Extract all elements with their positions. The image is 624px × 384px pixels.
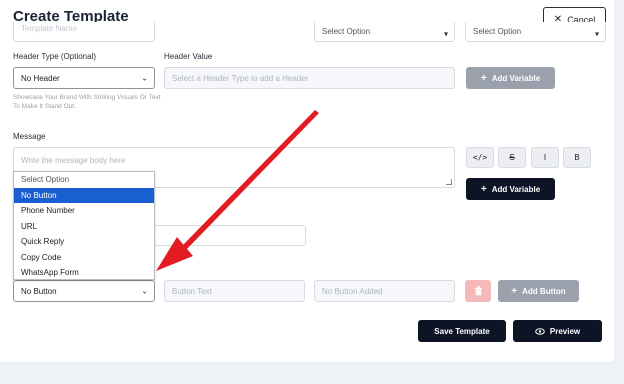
bold-icon: B	[574, 153, 580, 162]
no-button-added-text: No Button Added	[322, 286, 383, 296]
chevron-down-icon: ▾	[594, 29, 599, 39]
button-type-value: No Button	[21, 286, 57, 296]
add-button-button[interactable]: + Add Button	[498, 280, 579, 302]
dropdown-option-phone-number[interactable]: Phone Number	[14, 203, 154, 219]
header-value-input[interactable]: Select a Header Type to add a Header	[164, 67, 455, 89]
header-type-label: Header Type (Optional)	[13, 52, 97, 61]
code-icon: </>	[472, 153, 488, 162]
header-type-select[interactable]: No Header ⌄	[13, 67, 155, 89]
bold-format-button[interactable]: B	[563, 147, 591, 168]
button-value-input[interactable]: No Button Added	[314, 280, 455, 302]
dropdown-option-url[interactable]: URL	[14, 219, 154, 235]
strikethrough-format-button[interactable]: S	[498, 147, 526, 168]
header-hint-line-1: Showcase Your Brand With Striking Visual…	[13, 94, 161, 101]
save-template-label: Save Template	[434, 326, 490, 336]
plus-icon: +	[480, 72, 487, 84]
button-text-placeholder: Button Text	[172, 286, 212, 296]
header-add-variable-button[interactable]: + Add Variable	[466, 67, 555, 89]
italic-format-button[interactable]: I	[531, 147, 559, 168]
header-add-variable-label: Add Variable	[491, 73, 541, 83]
message-add-variable-label: Add Variable	[491, 184, 541, 194]
header-value-label: Header Value	[164, 52, 213, 61]
template-name-input[interactable]: Template Name	[13, 22, 155, 42]
dropdown-option-whatsapp-form[interactable]: WhatsApp Form	[14, 265, 154, 281]
button-text-input[interactable]: Button Text	[164, 280, 305, 302]
dropdown-option-no-button[interactable]: No Button	[14, 187, 154, 203]
message-add-variable-button[interactable]: + Add Variable	[466, 178, 555, 200]
plus-icon: +	[511, 285, 518, 297]
header-type-value: No Header	[21, 73, 60, 83]
add-button-label: Add Button	[522, 286, 566, 296]
message-label: Message	[13, 132, 46, 141]
dropdown-option-copy-code[interactable]: Copy Code	[14, 250, 154, 266]
dropdown-option-select-option[interactable]: Select Option	[14, 172, 154, 188]
chevron-down-icon: ⌄	[141, 286, 148, 296]
select-option-dropdown-2[interactable]: Select Option ▾	[465, 22, 606, 42]
preview-button[interactable]: Preview	[513, 320, 602, 342]
plus-icon: +	[480, 183, 487, 195]
footer-input[interactable]	[150, 225, 306, 246]
trash-icon	[474, 286, 482, 296]
message-placeholder: Write the message body here	[21, 156, 126, 165]
template-form-card: Create Template ✕ Cancel Template Name S…	[0, 0, 614, 362]
chevron-down-icon: ⌄	[141, 73, 148, 83]
select-option-2-value: Select Option	[473, 27, 522, 36]
header-value-placeholder: Select a Header Type to add a Header	[172, 73, 309, 83]
dropdown-option-quick-reply[interactable]: Quick Reply	[14, 234, 154, 250]
template-name-placeholder: Template Name	[21, 24, 78, 33]
save-template-button[interactable]: Save Template	[418, 320, 506, 342]
preview-label: Preview	[549, 326, 581, 336]
button-type-dropdown-list: Select Option No Button Phone Number URL…	[13, 171, 155, 280]
select-option-dropdown-1[interactable]: Select Option ▾	[314, 22, 455, 42]
eye-icon	[535, 327, 545, 335]
delete-button[interactable]	[465, 280, 491, 302]
italic-icon: I	[543, 153, 547, 162]
header-hint: Showcase Your Brand With Striking Visual…	[13, 93, 161, 111]
select-option-1-value: Select Option	[322, 27, 371, 36]
strikethrough-icon: S	[509, 153, 515, 162]
code-format-button[interactable]: </>	[466, 147, 494, 168]
resize-handle-icon[interactable]	[446, 179, 452, 185]
chevron-down-icon: ▾	[443, 29, 448, 39]
header-hint-line-2: To Make It Stand Out.	[13, 103, 76, 110]
button-type-select[interactable]: No Button ⌄	[13, 280, 155, 302]
